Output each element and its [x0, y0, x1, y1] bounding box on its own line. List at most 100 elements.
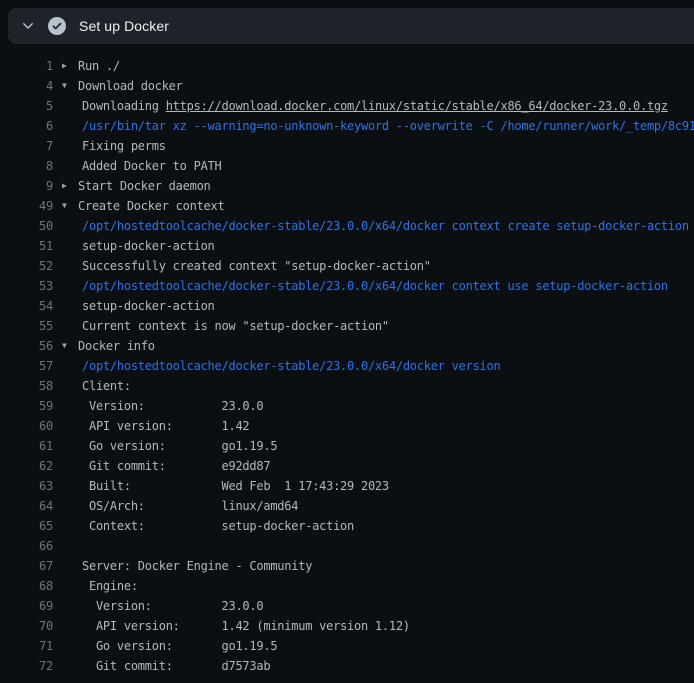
line-number[interactable]: 70 — [0, 616, 53, 636]
line-number[interactable]: 9 — [0, 176, 53, 196]
log-line: 4 ▼Download docker — [0, 76, 694, 96]
line-number[interactable]: 63 — [0, 476, 53, 496]
line-number[interactable]: 7 — [0, 136, 53, 156]
actions-log-viewer: Set up Docker 1▶Run ./4▼Download docker5… — [0, 0, 694, 683]
log-text: Successfully created context "setup-dock… — [82, 256, 431, 276]
log-text: Fixing perms — [82, 136, 166, 156]
log-text: setup-docker-action — [82, 296, 215, 316]
log-text: Server: Docker Engine - Community — [82, 556, 312, 576]
line-number[interactable]: 56 — [0, 336, 53, 356]
log-line: 69 Version: 23.0.0 — [0, 596, 694, 616]
log-lines: 1▶Run ./4▼Download docker5Downloading ht… — [0, 56, 694, 676]
check-circle-icon — [48, 17, 66, 35]
line-number[interactable]: 55 — [0, 316, 53, 336]
log-line: 62 Git commit: e92dd87 — [0, 456, 694, 476]
log-text: Git commit: e92dd87 — [82, 456, 270, 476]
log-text: Built: Wed Feb 1 17:43:29 2023 — [82, 476, 389, 496]
log-line: 8 Added Docker to PATH — [0, 156, 694, 176]
line-number[interactable]: 4 — [0, 76, 53, 96]
log-text: Go version: go1.19.5 — [82, 436, 277, 456]
group-title[interactable]: Docker info — [78, 336, 155, 356]
log-text: Version: 23.0.0 — [82, 396, 263, 416]
log-line: 59 Version: 23.0.0 — [0, 396, 694, 416]
log-line: 68 Engine: — [0, 576, 694, 596]
log-line: 6/usr/bin/tar xz --warning=no-unknown-ke… — [0, 116, 694, 136]
log-command-text: /opt/hostedtoolcache/docker-stable/23.0.… — [82, 356, 500, 376]
group-title[interactable]: Run ./ — [78, 56, 120, 76]
line-number[interactable]: 59 — [0, 396, 53, 416]
line-number[interactable]: 8 — [0, 156, 53, 176]
line-number[interactable]: 57 — [0, 356, 53, 376]
group-title[interactable]: Download docker — [78, 76, 183, 96]
log-line: 50/opt/hostedtoolcache/docker-stable/23.… — [0, 216, 694, 236]
chevron-down-icon[interactable]: ▼ — [62, 76, 78, 96]
log-line: 7 Fixing perms — [0, 136, 694, 156]
log-line: 56 ▼Docker info — [0, 336, 694, 356]
line-number[interactable]: 60 — [0, 416, 53, 436]
line-number[interactable]: 1 — [0, 56, 53, 76]
line-number[interactable]: 66 — [0, 536, 53, 556]
line-number[interactable]: 50 — [0, 216, 53, 236]
log-line: 64 OS/Arch: linux/amd64 — [0, 496, 694, 516]
line-number[interactable]: 62 — [0, 456, 53, 476]
log-text: Version: 23.0.0 — [82, 596, 263, 616]
log-line: 60 API version: 1.42 — [0, 416, 694, 436]
log-text: OS/Arch: linux/amd64 — [82, 496, 298, 516]
log-area: 1▶Run ./4▼Download docker5Downloading ht… — [0, 44, 694, 676]
log-line: 57/opt/hostedtoolcache/docker-stable/23.… — [0, 356, 694, 376]
line-number[interactable]: 54 — [0, 296, 53, 316]
log-line: 66 — [0, 536, 694, 556]
step-title: Set up Docker — [79, 18, 169, 34]
line-number[interactable]: 64 — [0, 496, 53, 516]
line-number[interactable]: 53 — [0, 276, 53, 296]
group-title[interactable]: Create Docker context — [78, 196, 224, 216]
line-number[interactable]: 65 — [0, 516, 53, 536]
log-text: Downloading — [82, 99, 166, 113]
line-number[interactable]: 69 — [0, 596, 53, 616]
step-header[interactable]: Set up Docker — [8, 8, 694, 44]
chevron-right-icon[interactable]: ▶ — [62, 56, 78, 76]
line-number[interactable]: 71 — [0, 636, 53, 656]
log-line: 54 setup-docker-action — [0, 296, 694, 316]
chevron-right-icon[interactable]: ▶ — [62, 176, 78, 196]
log-text: Added Docker to PATH — [82, 156, 222, 176]
log-line: 5 Downloading https://download.docker.com… — [0, 96, 694, 116]
log-command-text: /usr/bin/tar xz --warning=no-unknown-key… — [82, 116, 694, 136]
group-title[interactable]: Start Docker daemon — [78, 176, 211, 196]
log-text: Downloading https://download.docker.com/… — [82, 96, 668, 116]
log-link[interactable]: https://download.docker.com/linux/static… — [166, 99, 668, 113]
chevron-down-icon[interactable]: ▼ — [62, 196, 78, 216]
log-line: 71 Go version: go1.19.5 — [0, 636, 694, 656]
log-text: setup-docker-action — [82, 236, 215, 256]
line-number[interactable]: 49 — [0, 196, 53, 216]
log-command-text: /opt/hostedtoolcache/docker-stable/23.0.… — [82, 216, 694, 236]
line-number[interactable]: 68 — [0, 576, 53, 596]
log-line: 61 Go version: go1.19.5 — [0, 436, 694, 456]
line-number[interactable]: 6 — [0, 116, 53, 136]
line-number[interactable]: 58 — [0, 376, 53, 396]
log-line: 72 Git commit: d7573ab — [0, 656, 694, 676]
line-number[interactable]: 72 — [0, 656, 53, 676]
log-text: API version: 1.42 — [82, 416, 249, 436]
line-number[interactable]: 5 — [0, 96, 53, 116]
log-line: 67 Server: Docker Engine - Community — [0, 556, 694, 576]
line-number[interactable]: 61 — [0, 436, 53, 456]
log-text: Engine: — [82, 576, 138, 596]
log-line: 70 API version: 1.42 (minimum version 1.… — [0, 616, 694, 636]
log-text: Current context is now "setup-docker-act… — [82, 316, 389, 336]
log-line: 53/opt/hostedtoolcache/docker-stable/23.… — [0, 276, 694, 296]
log-command-text: /opt/hostedtoolcache/docker-stable/23.0.… — [82, 276, 668, 296]
log-text: Git commit: d7573ab — [82, 656, 270, 676]
log-line: 51 setup-docker-action — [0, 236, 694, 256]
line-number[interactable]: 67 — [0, 556, 53, 576]
log-text: Context: setup-docker-action — [82, 516, 354, 536]
log-line: 49 ▼Create Docker context — [0, 196, 694, 216]
chevron-down-icon[interactable]: ▼ — [62, 336, 78, 356]
log-line: 63 Built: Wed Feb 1 17:43:29 2023 — [0, 476, 694, 496]
chevron-down-icon[interactable] — [20, 18, 36, 34]
line-number[interactable]: 51 — [0, 236, 53, 256]
log-line: 9 ▶Start Docker daemon — [0, 176, 694, 196]
line-number[interactable]: 52 — [0, 256, 53, 276]
log-text: API version: 1.42 (minimum version 1.12) — [82, 616, 410, 636]
log-line: 52 Successfully created context "setup-do… — [0, 256, 694, 276]
